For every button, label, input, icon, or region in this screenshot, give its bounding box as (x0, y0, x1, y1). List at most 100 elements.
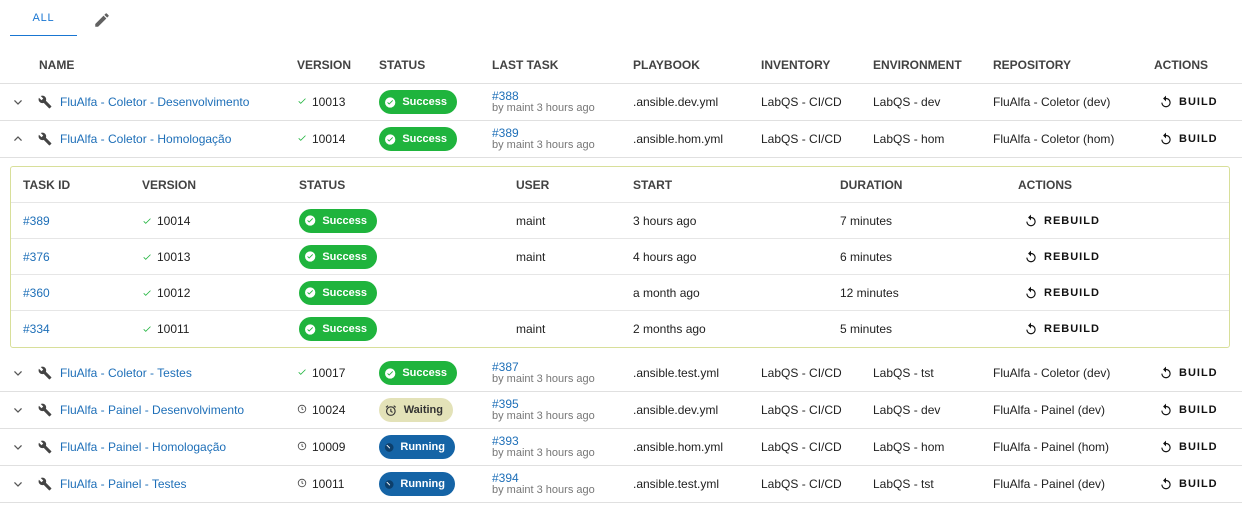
status-cell: Running (379, 466, 455, 502)
build-label: BUILD (1179, 367, 1218, 379)
environment-cell: LabQS - dev (873, 403, 941, 417)
check-icon (298, 369, 306, 375)
clock-icon (297, 441, 307, 451)
history-status-cell: Success (299, 311, 377, 347)
template-name-link[interactable]: FluAlfa - Coletor - Homologação (60, 121, 231, 157)
build-button[interactable]: BUILD (1159, 121, 1218, 157)
rebuild-label: REBUILD (1044, 323, 1100, 335)
build-button[interactable]: BUILD (1159, 429, 1218, 465)
rebuild-button[interactable]: REBUILD (1024, 203, 1100, 238)
chevron-down-icon[interactable] (10, 94, 26, 110)
build-button[interactable]: BUILD (1159, 84, 1218, 120)
last-task-link[interactable]: #395 (492, 398, 519, 410)
expand-toggle[interactable] (10, 392, 26, 428)
template-name-link[interactable]: FluAlfa - Coletor - Testes (60, 355, 192, 391)
history-row: #389 10014 Success maint 3 hours ago 7 m… (11, 203, 1229, 239)
version-value: 10024 (312, 403, 346, 417)
alarm-clock-icon (385, 404, 397, 416)
status-label: Success (322, 214, 367, 227)
version-value: 10013 (312, 95, 346, 109)
wrench-icon (38, 403, 52, 417)
version-cell: 10013 (297, 84, 345, 120)
build-label: BUILD (1179, 441, 1218, 453)
chevron-down-icon[interactable] (10, 476, 26, 492)
template-name-link[interactable]: FluAlfa - Painel - Desenvolvimento (60, 392, 244, 428)
status-label: Success (322, 286, 367, 299)
last-task-link[interactable]: #387 (492, 361, 519, 373)
col-user: USER (516, 177, 550, 192)
version-cell: 10017 (297, 355, 345, 391)
refresh-icon (1161, 440, 1171, 453)
rebuild-button[interactable]: REBUILD (1024, 275, 1100, 310)
repository-cell: FluAlfa - Painel (dev) (993, 403, 1106, 417)
wrench-icon-cell (38, 392, 52, 428)
start-cell: 3 hours ago (633, 213, 697, 228)
user-cell: maint (516, 322, 546, 336)
col-inventory: INVENTORY (761, 58, 831, 72)
expand-toggle[interactable] (10, 429, 26, 465)
check-icon (143, 326, 151, 332)
rebuild-button[interactable]: REBUILD (1024, 239, 1100, 274)
status-cell: Success (379, 84, 457, 120)
tab-all[interactable]: ALL (10, 0, 77, 36)
chevron-down-icon[interactable] (10, 439, 26, 455)
last-task-link[interactable]: #394 (492, 472, 519, 484)
chevron-up-icon[interactable] (10, 131, 26, 147)
template-name-link[interactable]: FluAlfa - Painel - Testes (60, 466, 187, 502)
wrench-icon (38, 95, 52, 109)
rebuild-button[interactable]: REBUILD (1024, 311, 1100, 347)
task-id-link[interactable]: #389 (23, 203, 50, 238)
last-task-link[interactable]: #393 (492, 435, 519, 447)
duration-cell: 5 minutes (840, 322, 893, 336)
refresh-icon (1161, 132, 1171, 145)
pencil-icon[interactable] (93, 11, 111, 29)
table-header: NAME VERSION STATUS LAST TASK PLAYBOOK I… (0, 47, 1242, 84)
col-history-status: STATUS (299, 177, 346, 192)
expand-toggle[interactable] (10, 355, 26, 391)
history-header: TASK ID VERSION STATUS USER START DURATI… (11, 167, 1229, 203)
task-id-link[interactable]: #376 (23, 239, 50, 274)
status-badge: Success (379, 127, 457, 151)
repository-cell: FluAlfa - Coletor (hom) (993, 132, 1115, 146)
history-version-cell: 10014 (142, 203, 190, 238)
version-cell: 10011 (297, 466, 344, 502)
user-cell: maint (516, 249, 546, 264)
status-label: Success (402, 96, 447, 108)
template-name-link[interactable]: FluAlfa - Painel - Homologação (60, 429, 226, 465)
last-task-cell: #395 by maint 3 hours ago (492, 392, 595, 428)
playbook-cell: .ansible.dev.yml (633, 403, 719, 417)
status-badge: Waiting (379, 398, 453, 422)
inventory-cell: LabQS - CI/CD (761, 440, 842, 454)
col-environment: ENVIRONMENT (873, 58, 962, 72)
build-button[interactable]: BUILD (1159, 355, 1218, 391)
wrench-icon-cell (38, 355, 52, 391)
wrench-icon-cell (38, 84, 52, 120)
expand-toggle[interactable] (10, 121, 26, 157)
refresh-icon (1161, 477, 1171, 490)
task-id-link[interactable]: #334 (23, 311, 50, 347)
last-task-by: by maint 3 hours ago (492, 102, 595, 114)
expand-toggle[interactable] (10, 466, 26, 502)
chevron-down-icon[interactable] (10, 402, 26, 418)
status-label: Success (322, 323, 367, 335)
table-row: FluAlfa - Coletor - Desenvolvimento 1001… (0, 84, 1242, 121)
last-task-link[interactable]: #388 (492, 90, 519, 102)
refresh-icon (1026, 250, 1036, 262)
user-cell: maint (516, 213, 546, 228)
build-button[interactable]: BUILD (1159, 392, 1218, 428)
task-id-link[interactable]: #360 (23, 275, 50, 310)
expand-toggle[interactable] (10, 84, 26, 120)
check-icon (143, 253, 151, 260)
chevron-down-icon[interactable] (10, 365, 26, 381)
status-label: Running (400, 441, 445, 453)
last-task-link[interactable]: #389 (492, 127, 519, 139)
start-cell: a month ago (633, 285, 700, 300)
table-row: FluAlfa - Coletor - Testes 10017 Success… (0, 355, 1242, 392)
build-button[interactable]: BUILD (1159, 466, 1218, 502)
status-badge: Success (299, 280, 377, 305)
playbook-cell: .ansible.dev.yml (633, 95, 719, 109)
playbook-cell: .ansible.hom.yml (633, 132, 724, 146)
history-row: #376 10013 Success maint 4 hours ago 6 m… (11, 239, 1229, 275)
template-name-link[interactable]: FluAlfa - Coletor - Desenvolvimento (60, 84, 249, 120)
wrench-icon-cell (38, 466, 52, 502)
